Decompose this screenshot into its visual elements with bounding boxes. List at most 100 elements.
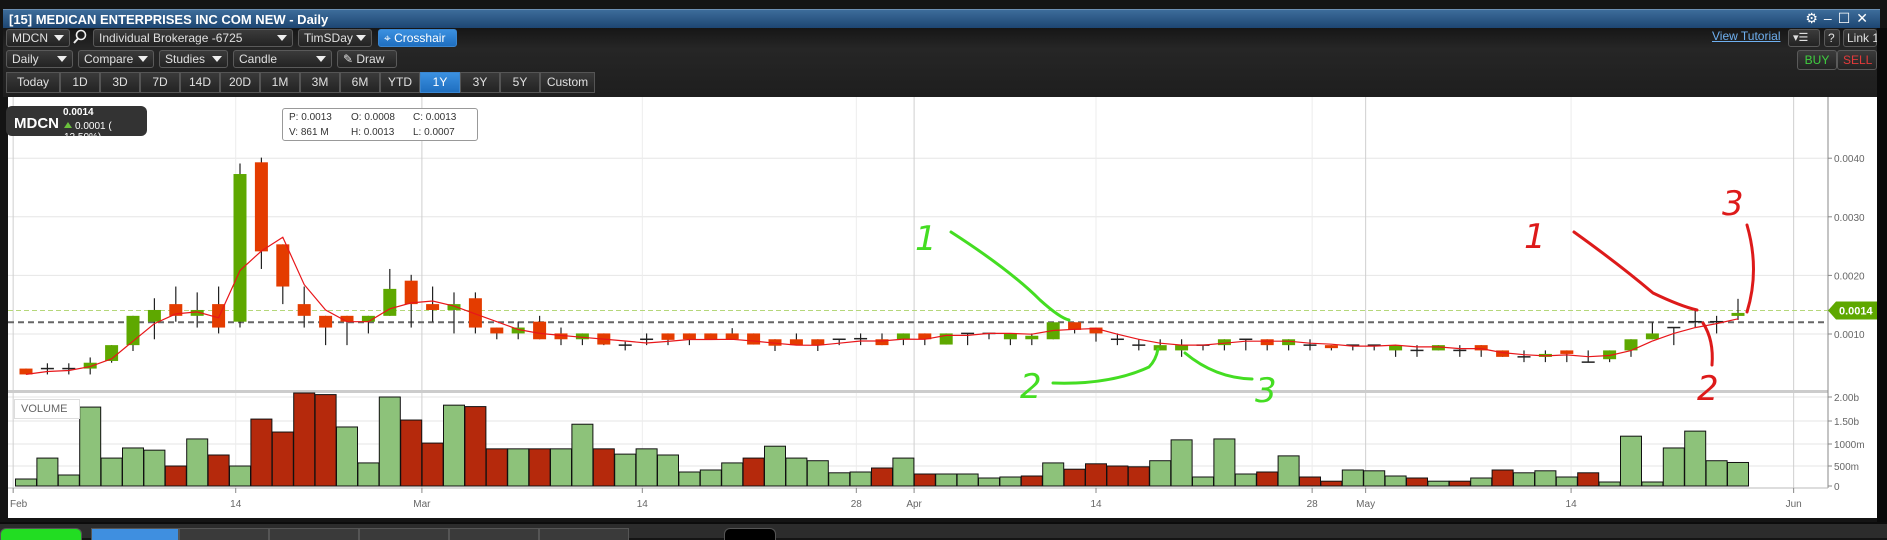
volume-bar[interactable]: [1256, 471, 1279, 487]
candle[interactable]: [340, 315, 354, 346]
candle[interactable]: [1731, 298, 1745, 320]
volume-bar[interactable]: [485, 448, 508, 487]
volume-bar[interactable]: [956, 473, 979, 487]
volume-bar[interactable]: [271, 431, 294, 487]
taskbar-tab[interactable]: [179, 528, 269, 540]
candle[interactable]: [1389, 345, 1403, 357]
volume-bar[interactable]: [164, 465, 187, 487]
candle[interactable]: [1324, 345, 1338, 351]
volume-bar[interactable]: [571, 423, 594, 487]
candle[interactable]: [1667, 326, 1681, 346]
candle[interactable]: [704, 333, 718, 340]
volume-bar[interactable]: [721, 462, 744, 487]
candle[interactable]: [1132, 339, 1146, 351]
volume-bar[interactable]: [871, 467, 893, 487]
pane-divider[interactable]: [8, 390, 1828, 393]
taskbar-tab[interactable]: [359, 528, 449, 540]
candle[interactable]: [404, 274, 418, 328]
candle[interactable]: [575, 333, 589, 346]
volume-bar[interactable]: [293, 392, 316, 487]
volume-bar[interactable]: [1170, 439, 1193, 487]
candle[interactable]: [1645, 322, 1659, 340]
candle[interactable]: [1068, 322, 1082, 334]
candle[interactable]: [83, 357, 97, 375]
volume-bar[interactable]: [935, 473, 958, 487]
candle[interactable]: [212, 286, 226, 334]
candle[interactable]: [490, 327, 504, 340]
candle[interactable]: [1196, 344, 1210, 351]
candle[interactable]: [1153, 339, 1167, 351]
volume-bar[interactable]: [100, 457, 123, 487]
volume-bar[interactable]: [1277, 455, 1300, 487]
volume-bar[interactable]: [464, 406, 487, 487]
candle[interactable]: [254, 157, 268, 269]
volume-bar[interactable]: [15, 478, 37, 487]
price-chart[interactable]: 0.0040 0.0030 0.0020 0.0010 2.00b 1.50b 1000m 5…: [0, 0, 1887, 538]
volume-bar[interactable]: [1705, 460, 1728, 487]
volume-bar[interactable]: [1020, 475, 1043, 487]
volume-bar[interactable]: [443, 404, 465, 487]
volume-bar[interactable]: [122, 447, 144, 487]
candle[interactable]: [147, 298, 161, 340]
candle[interactable]: [233, 163, 247, 328]
volume-bar[interactable]: [143, 449, 166, 487]
volume-bar[interactable]: [1620, 435, 1642, 487]
candle[interactable]: [319, 315, 333, 346]
candle[interactable]: [426, 286, 440, 322]
candle[interactable]: [1517, 350, 1531, 363]
volume-bar[interactable]: [806, 460, 829, 487]
taskbar-status-button[interactable]: [0, 528, 82, 540]
candle[interactable]: [1217, 339, 1231, 351]
candle[interactable]: [1474, 345, 1488, 357]
candle[interactable]: [276, 244, 290, 305]
volume-bar[interactable]: [892, 457, 915, 487]
volume-bar[interactable]: [229, 465, 251, 487]
candle[interactable]: [1453, 345, 1467, 357]
volume-bar[interactable]: [1641, 481, 1664, 487]
volume-bar[interactable]: [1448, 480, 1471, 487]
candle[interactable]: [62, 363, 76, 375]
candle[interactable]: [789, 333, 803, 346]
volume-bar[interactable]: [849, 471, 872, 487]
volume-bar[interactable]: [1363, 470, 1386, 487]
volume-bar[interactable]: [1299, 476, 1321, 487]
candle[interactable]: [1025, 333, 1039, 346]
volume-bar[interactable]: [764, 445, 786, 487]
volume-bar[interactable]: [1427, 480, 1450, 487]
volume-bar[interactable]: [336, 426, 358, 487]
volume-bar[interactable]: [592, 448, 615, 487]
volume-bar[interactable]: [1727, 461, 1749, 487]
candle[interactable]: [1303, 339, 1317, 351]
volume-bar[interactable]: [186, 438, 209, 487]
volume-bar[interactable]: [1320, 480, 1343, 487]
volume-bar[interactable]: [314, 394, 337, 487]
candle[interactable]: [768, 339, 782, 351]
volume-bar[interactable]: [1213, 438, 1236, 487]
volume-bar[interactable]: [913, 473, 936, 487]
volume-bar[interactable]: [678, 471, 701, 487]
candle[interactable]: [468, 292, 482, 334]
volume-bar[interactable]: [828, 472, 851, 487]
volume-bar[interactable]: [550, 448, 572, 487]
candle[interactable]: [618, 341, 632, 351]
volume-bar[interactable]: [1085, 463, 1107, 487]
candle[interactable]: [1003, 333, 1017, 346]
volume-bar[interactable]: [1491, 469, 1514, 487]
volume-bar[interactable]: [1106, 465, 1129, 487]
taskbar-tab[interactable]: [449, 528, 539, 540]
volume-bar[interactable]: [1598, 481, 1621, 487]
taskbar-icon[interactable]: [724, 528, 776, 540]
volume-bar[interactable]: [1341, 469, 1364, 487]
volume-bar[interactable]: [421, 442, 444, 487]
candle[interactable]: [447, 292, 461, 334]
volume-bar[interactable]: [357, 462, 380, 487]
volume-bar[interactable]: [250, 418, 273, 487]
volume-bar[interactable]: [1127, 466, 1150, 487]
volume-bar[interactable]: [978, 477, 1000, 487]
volume-bar[interactable]: [1149, 460, 1172, 487]
volume-bar[interactable]: [1042, 462, 1065, 487]
volume-bar[interactable]: [635, 448, 658, 487]
volume-bar[interactable]: [699, 469, 722, 487]
volume-bar[interactable]: [1684, 430, 1707, 487]
candle[interactable]: [533, 315, 547, 340]
